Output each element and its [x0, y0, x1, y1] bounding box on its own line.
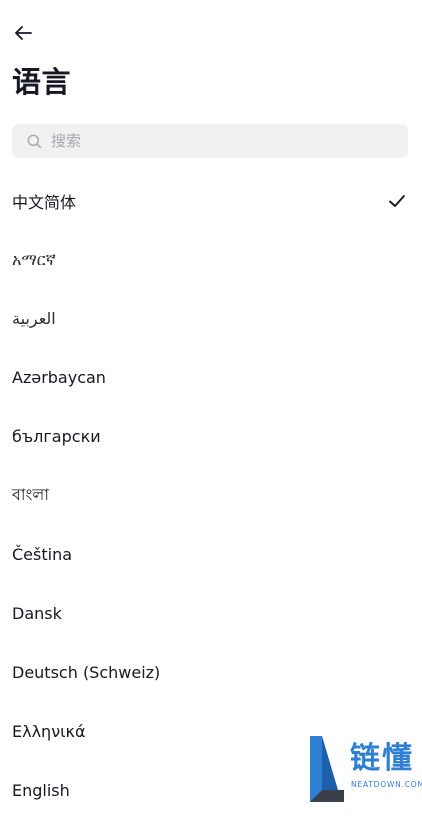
watermark: 链懂 NEATDOWN.COM: [308, 734, 422, 804]
language-label: Ελληνικά: [12, 722, 86, 741]
language-item-ar[interactable]: العربية: [0, 289, 422, 348]
search-icon: [26, 133, 42, 149]
watermark-text: 链懂: [350, 741, 414, 776]
language-label: አማርኛ: [12, 249, 56, 269]
language-label: Azərbaycan: [12, 368, 106, 387]
language-label: Čeština: [12, 545, 73, 564]
language-label: български: [12, 427, 101, 446]
language-item-zh-hans[interactable]: 中文简体: [0, 171, 422, 230]
watermark-logo-icon: [310, 736, 344, 802]
arrow-left-icon: [15, 26, 32, 40]
page-title: 语言: [12, 65, 72, 99]
language-item-de-ch[interactable]: Deutsch (Schweiz): [0, 643, 422, 702]
language-item-cs[interactable]: Čeština: [0, 525, 422, 584]
language-item-bn[interactable]: বাংলা: [0, 466, 422, 525]
language-label: English: [12, 781, 70, 800]
language-item-bg[interactable]: български: [0, 407, 422, 466]
language-label: Deutsch (Schweiz): [12, 663, 161, 682]
language-label: বাংলা: [12, 485, 49, 504]
language-item-da[interactable]: Dansk: [0, 584, 422, 643]
language-label: 中文简体: [12, 192, 77, 212]
language-item-am[interactable]: አማርኛ: [0, 230, 422, 289]
search-input[interactable]: [51, 132, 371, 150]
search-bar[interactable]: [12, 124, 408, 158]
watermark-subtext: NEATDOWN.COM: [351, 780, 422, 789]
checkmark-icon: [389, 194, 405, 207]
back-button[interactable]: [8, 18, 38, 48]
language-item-az[interactable]: Azərbaycan: [0, 348, 422, 407]
language-label: Dansk: [12, 604, 62, 623]
language-label: العربية: [12, 309, 56, 328]
language-list: 中文简体 አማርኛ العربية Azərbaycan български ব…: [0, 171, 422, 820]
